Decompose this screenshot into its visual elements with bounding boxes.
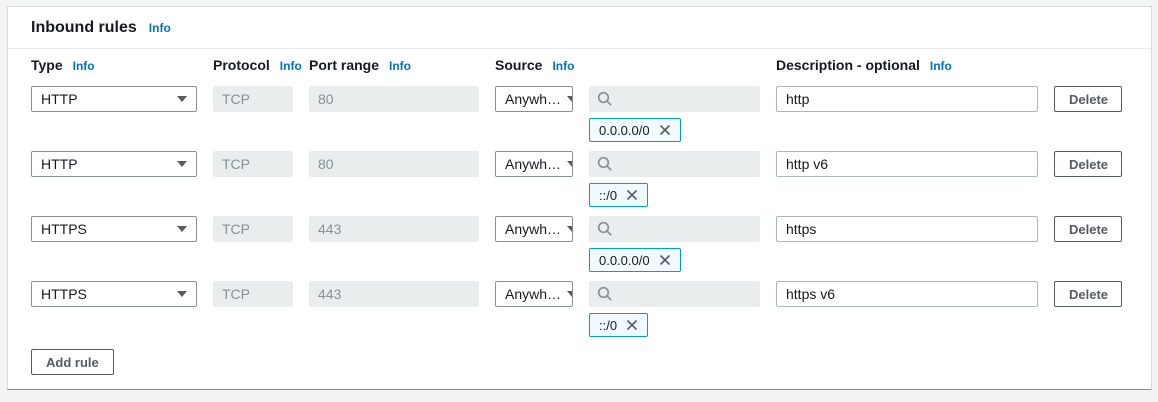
type-select-value: HTTP [41, 91, 78, 107]
cidr-token: 0.0.0.0/0 [589, 248, 681, 272]
port-range-field: 443 [309, 216, 479, 242]
source-search-input[interactable] [589, 151, 760, 177]
dismiss-token-icon[interactable] [626, 319, 638, 331]
inbound-rule-row: HTTP TCP 80 Anywh… Delete 0.0.0.0/0 [31, 86, 1128, 142]
type-select[interactable]: HTTP [31, 151, 197, 177]
column-header-type: TypeInfo [31, 57, 197, 73]
page-title: Inbound rules [31, 19, 137, 37]
protocol-field: TCP [213, 86, 293, 112]
add-rule-button[interactable]: Add rule [31, 349, 114, 375]
search-icon [597, 156, 613, 172]
inbound-rule-row: HTTPS TCP 443 Anywh… Delete 0.0.0.0/0 [31, 216, 1128, 272]
source-search-input[interactable] [589, 281, 760, 307]
inbound-rule-row: HTTPS TCP 443 Anywh… Delete ::/0 [31, 281, 1128, 337]
chevron-down-icon [567, 226, 573, 232]
dismiss-token-icon[interactable] [626, 189, 638, 201]
search-icon [597, 286, 613, 302]
port-range-field: 443 [309, 281, 479, 307]
cidr-token-label: ::/0 [599, 188, 617, 203]
source-select-value: Anywh… [505, 91, 561, 107]
cidr-token: 0.0.0.0/0 [589, 118, 681, 142]
search-icon [597, 91, 613, 107]
token-row: 0.0.0.0/0 [589, 118, 1128, 142]
cidr-token-label: 0.0.0.0/0 [599, 253, 650, 268]
dismiss-token-icon[interactable] [659, 124, 671, 136]
token-row: 0.0.0.0/0 [589, 248, 1128, 272]
source-search-input[interactable] [589, 216, 760, 242]
type-select-value: HTTP [41, 156, 78, 172]
protocol-field: TCP [213, 151, 293, 177]
protocol-info-link[interactable]: Info [280, 59, 302, 73]
cidr-token: ::/0 [589, 313, 648, 337]
chevron-down-icon [567, 96, 573, 102]
source-select[interactable]: Anywh… [495, 86, 573, 112]
source-select[interactable]: Anywh… [495, 151, 573, 177]
type-select-value: HTTPS [41, 286, 87, 302]
cidr-token: ::/0 [589, 183, 648, 207]
delete-button[interactable]: Delete [1054, 216, 1122, 242]
inbound-rules-panel: Inbound rules Info TypeInfo ProtocolInfo… [7, 6, 1152, 390]
chevron-down-icon [177, 226, 187, 232]
source-select-value: Anywh… [505, 156, 561, 172]
source-select[interactable]: Anywh… [495, 216, 573, 242]
dismiss-token-icon[interactable] [659, 254, 671, 266]
delete-button[interactable]: Delete [1054, 86, 1122, 112]
panel-header: Inbound rules Info [8, 7, 1151, 49]
panel-body: TypeInfo ProtocolInfo Port rangeInfo Sou… [8, 49, 1151, 389]
protocol-field: TCP [213, 216, 293, 242]
description-input[interactable] [776, 86, 1038, 112]
type-select[interactable]: HTTPS [31, 216, 197, 242]
delete-button[interactable]: Delete [1054, 281, 1122, 307]
cidr-token-label: 0.0.0.0/0 [599, 123, 650, 138]
source-search-input[interactable] [589, 86, 760, 112]
delete-button[interactable]: Delete [1054, 151, 1122, 177]
column-headers: TypeInfo ProtocolInfo Port rangeInfo Sou… [31, 57, 1128, 73]
token-row: ::/0 [589, 183, 1128, 207]
chevron-down-icon [567, 161, 573, 167]
source-select-value: Anywh… [505, 221, 561, 237]
chevron-down-icon [177, 291, 187, 297]
description-input[interactable] [776, 151, 1038, 177]
type-select[interactable]: HTTPS [31, 281, 197, 307]
column-header-protocol: ProtocolInfo [213, 57, 293, 73]
protocol-field: TCP [213, 281, 293, 307]
chevron-down-icon [567, 291, 573, 297]
column-header-description: Description - optionalInfo [776, 57, 1038, 73]
column-header-source: SourceInfo [495, 57, 760, 73]
chevron-down-icon [177, 161, 187, 167]
column-header-port-range: Port rangeInfo [309, 57, 479, 73]
type-info-link[interactable]: Info [73, 59, 95, 73]
cidr-token-label: ::/0 [599, 318, 617, 333]
inbound-rule-row: HTTP TCP 80 Anywh… Delete ::/0 [31, 151, 1128, 207]
source-select-value: Anywh… [505, 286, 561, 302]
description-info-link[interactable]: Info [930, 59, 952, 73]
panel-info-link[interactable]: Info [149, 21, 171, 35]
port-range-field: 80 [309, 86, 479, 112]
type-select-value: HTTPS [41, 221, 87, 237]
add-rule-wrap: Add rule [31, 349, 1128, 375]
type-select[interactable]: HTTP [31, 86, 197, 112]
description-input[interactable] [776, 216, 1038, 242]
port-range-field: 80 [309, 151, 479, 177]
source-select[interactable]: Anywh… [495, 281, 573, 307]
description-input[interactable] [776, 281, 1038, 307]
chevron-down-icon [177, 96, 187, 102]
port-range-info-link[interactable]: Info [389, 59, 411, 73]
source-info-link[interactable]: Info [552, 59, 574, 73]
token-row: ::/0 [589, 313, 1128, 337]
search-icon [597, 221, 613, 237]
